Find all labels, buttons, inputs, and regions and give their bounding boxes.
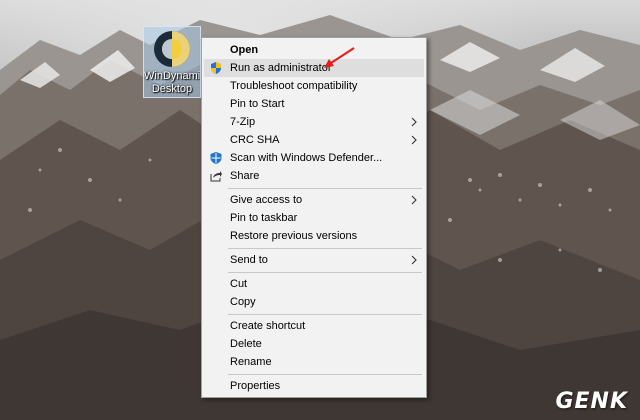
menu-item-cut[interactable]: Cut bbox=[204, 275, 424, 293]
menu-item-send-to[interactable]: Send to bbox=[204, 251, 424, 269]
menu-item-7zip[interactable]: 7-Zip bbox=[204, 113, 424, 131]
menu-item-pin-to-taskbar[interactable]: Pin to taskbar bbox=[204, 209, 424, 227]
menu-item-label: Run as administrator bbox=[230, 62, 332, 74]
windows-defender-icon bbox=[210, 152, 222, 164]
menu-separator bbox=[228, 314, 422, 315]
menu-item-label: Restore previous versions bbox=[230, 230, 358, 242]
menu-item-run-as-administrator[interactable]: Run as administrator bbox=[204, 59, 424, 77]
menu-item-label: Send to bbox=[230, 254, 268, 266]
menu-item-label: Cut bbox=[230, 278, 248, 290]
menu-item-label: Share bbox=[230, 170, 260, 182]
menu-item-label: Pin to taskbar bbox=[230, 212, 298, 224]
menu-item-pin-to-start[interactable]: Pin to Start bbox=[204, 95, 424, 113]
share-icon bbox=[210, 171, 222, 182]
menu-separator bbox=[228, 272, 422, 273]
chevron-right-icon bbox=[411, 195, 417, 205]
menu-item-label: Rename bbox=[230, 356, 272, 368]
menu-item-label: Properties bbox=[230, 380, 281, 392]
menu-item-label: Scan with Windows Defender... bbox=[230, 152, 383, 164]
menu-separator bbox=[228, 374, 422, 375]
menu-item-label: Open bbox=[230, 44, 259, 56]
menu-separator bbox=[228, 188, 422, 189]
menu-item-label: Troubleshoot compatibility bbox=[230, 80, 358, 92]
desktop-icon-label: WinDynamic Desktop bbox=[144, 70, 200, 95]
menu-item-restore-previous-versions[interactable]: Restore previous versions bbox=[204, 227, 424, 245]
menu-item-label: Delete bbox=[230, 338, 262, 350]
menu-item-troubleshoot-compatibility[interactable]: Troubleshoot compatibility bbox=[204, 77, 424, 95]
watermark-logo: GENK bbox=[555, 389, 628, 414]
menu-item-open[interactable]: Open bbox=[204, 41, 424, 59]
menu-separator bbox=[228, 248, 422, 249]
context-menu: Open Run as administrator Troubleshoot c… bbox=[201, 37, 427, 398]
menu-item-label: Give access to bbox=[230, 194, 303, 206]
desktop-background: WinDynamic Desktop Open Run as administr… bbox=[0, 0, 640, 420]
menu-item-label: Copy bbox=[230, 296, 256, 308]
uac-shield-icon bbox=[211, 62, 221, 74]
menu-item-delete[interactable]: Delete bbox=[204, 335, 424, 353]
menu-item-crc-sha[interactable]: CRC SHA bbox=[204, 131, 424, 149]
menu-item-scan-windows-defender[interactable]: Scan with Windows Defender... bbox=[204, 149, 424, 167]
desktop-icon-windynamicdesktop[interactable]: WinDynamic Desktop bbox=[143, 26, 201, 98]
menu-item-label: 7-Zip bbox=[230, 116, 256, 128]
menu-item-properties[interactable]: Properties bbox=[204, 377, 424, 395]
menu-item-rename[interactable]: Rename bbox=[204, 353, 424, 371]
menu-item-label: Pin to Start bbox=[230, 98, 285, 110]
red-annotation-arrow-icon bbox=[324, 47, 355, 68]
menu-item-share[interactable]: Share bbox=[204, 167, 424, 185]
menu-item-copy[interactable]: Copy bbox=[204, 293, 424, 311]
menu-item-label: CRC SHA bbox=[230, 134, 280, 146]
menu-item-label: Create shortcut bbox=[230, 320, 306, 332]
chevron-right-icon bbox=[411, 255, 417, 265]
windynamicdesktop-icon bbox=[154, 31, 190, 67]
menu-item-give-access-to[interactable]: Give access to bbox=[204, 191, 424, 209]
menu-item-create-shortcut[interactable]: Create shortcut bbox=[204, 317, 424, 335]
chevron-right-icon bbox=[411, 135, 417, 145]
chevron-right-icon bbox=[411, 117, 417, 127]
